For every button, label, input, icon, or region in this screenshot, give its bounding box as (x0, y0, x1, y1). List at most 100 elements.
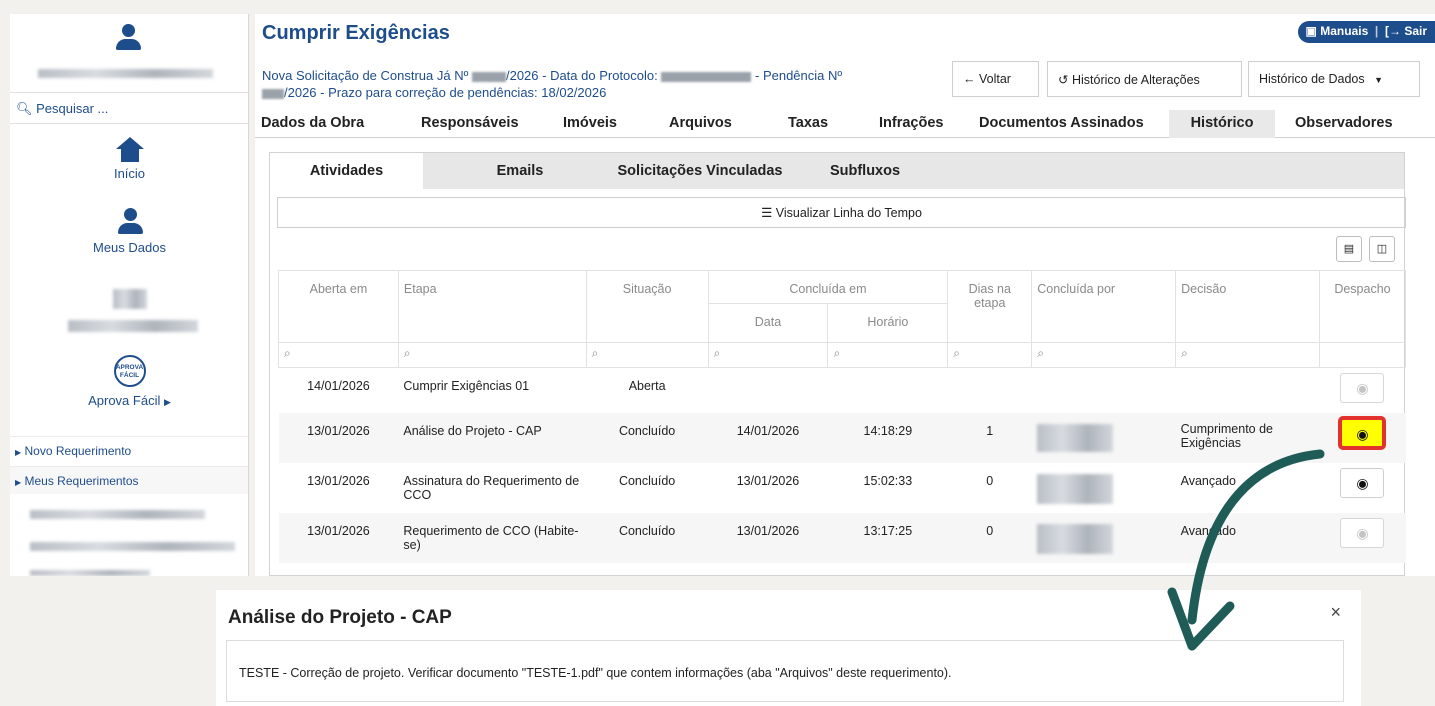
subtitle-text: - Pendência Nº (755, 68, 843, 83)
search-placeholder: Pesquisar ... (36, 101, 109, 116)
timeline-button[interactable]: ☰ Visualizar Linha do Tempo (277, 197, 1406, 228)
filter-time[interactable]: ⌕ (827, 342, 949, 368)
user-icon (117, 208, 143, 234)
table-row: 14/01/2026 Cumprir Exigências 01 Aberta … (279, 368, 1406, 413)
filter-dispatch (1318, 342, 1407, 368)
button-label: Histórico de Dados (1259, 72, 1365, 86)
redacted-link (30, 510, 205, 519)
sidebar-item-my-data[interactable]: Meus Dados (10, 208, 248, 255)
col-header-time: Horário (827, 303, 949, 343)
filter-decision[interactable]: ⌕ (1175, 342, 1320, 368)
copy-icon[interactable]: ◫ (1369, 236, 1395, 262)
cell-days: 0 (986, 473, 994, 488)
redacted-link (30, 542, 235, 551)
sidebar-item-home[interactable]: Início (10, 137, 248, 181)
user-avatar-icon (116, 24, 141, 50)
filter-opened[interactable]: ⌕ (278, 342, 399, 368)
cell-date: 13/01/2026 (736, 473, 800, 488)
cell-stage: Assinatura do Requerimento de CCO (403, 473, 580, 502)
redacted-icon (113, 289, 147, 309)
sidebar-item-aprova-facil[interactable]: APROVA FÁCIL Aprova Fácil ▶ (10, 355, 248, 408)
history-icon: ↺ (1058, 73, 1069, 87)
filter-stage[interactable]: ⌕ (397, 342, 587, 368)
cell-stage: Análise do Projeto - CAP (398, 412, 587, 463)
col-header-date: Data (707, 303, 829, 343)
change-history-button[interactable]: ↺ Histórico de Alterações (1047, 61, 1242, 97)
modal-title: Análise do Projeto - CAP (228, 607, 452, 628)
book-icon: ▣ (1305, 24, 1317, 38)
cell-stage: Cumprir Exigências 01 (403, 379, 530, 393)
col-header-status: Situação (585, 270, 709, 343)
tab-atividades[interactable]: Atividades (270, 153, 423, 189)
view-dispatch-button[interactable]: ◉ (1340, 373, 1385, 403)
col-header-concluded-by: Concluída por (1031, 270, 1177, 343)
button-label: Histórico de Alterações (1071, 73, 1200, 87)
subtitle-text: Nova Solicitação de Construa Já Nº (262, 68, 469, 83)
cell-time: 14:18:29 (827, 412, 948, 463)
sidebar: 🔍︎ Pesquisar ... Início Meus Dados APROV… (10, 14, 249, 576)
filter-concluded-by[interactable]: ⌕ (1031, 342, 1177, 368)
sidebar-link-label: Novo Requerimento (24, 444, 132, 458)
tab-arquivos[interactable]: Arquivos (669, 110, 732, 138)
tab-solicitacoes-vinculadas[interactable]: Solicitações Vinculadas (600, 153, 800, 189)
cell-date (708, 368, 828, 413)
cell-date: 14/01/2026 (708, 412, 828, 463)
sidebar-link-new-request[interactable]: ▶ Novo Requerimento (10, 436, 248, 464)
tab-infracoes[interactable]: Infrações (879, 110, 943, 138)
tab-documentos-assinados[interactable]: Documentos Assinados (979, 110, 1144, 138)
manuais-link[interactable]: Manuais (1320, 24, 1368, 38)
cell-time (828, 368, 948, 413)
search-icon: ⌕ (591, 346, 599, 360)
annotation-arrow-icon (1167, 449, 1325, 651)
eye-icon: ◉ (1356, 380, 1369, 396)
list-icon: ☰ (761, 206, 773, 220)
cell-dispatch: ◉ (1319, 368, 1405, 413)
tab-responsaveis[interactable]: Responsáveis (421, 110, 519, 138)
search-icon: ⌕ (713, 346, 721, 360)
col-header-concluded: Concluída em (707, 270, 949, 304)
redacted-number (262, 88, 284, 99)
table-header-row: Aberta em Etapa Situação Concluída em Di… (278, 270, 1407, 343)
tab-subfluxos[interactable]: Subfluxos (815, 153, 915, 189)
data-history-dropdown[interactable]: Histórico de Dados ▼ (1248, 61, 1420, 97)
filter-row: ⌕ ⌕ ⌕ ⌕ ⌕ ⌕ ⌕ ⌕ (278, 342, 1407, 368)
tab-observadores[interactable]: Observadores (1295, 110, 1393, 138)
filter-days[interactable]: ⌕ (947, 342, 1033, 368)
tab-taxas[interactable]: Taxas (788, 110, 828, 138)
button-label: Voltar (978, 72, 1011, 86)
tab-dados-da-obra[interactable]: Dados da Obra (261, 110, 364, 138)
cell-status: Concluído (618, 473, 676, 488)
search-icon: ⌕ (1037, 346, 1044, 360)
print-icon[interactable]: ▤ (1336, 236, 1362, 262)
subtitle-text: /2026 - Prazo para correção de pendência… (284, 85, 607, 100)
eye-icon: ◉ (1356, 524, 1369, 541)
back-button[interactable]: ← Voltar (952, 61, 1039, 97)
inner-tabs: Atividades Emails Solicitações Vinculada… (270, 153, 1404, 189)
sidebar-item-label: Início (113, 166, 146, 181)
tab-historico[interactable]: Histórico (1169, 110, 1275, 138)
search-icon: ⌕ (833, 346, 841, 360)
filter-date[interactable]: ⌕ (707, 342, 829, 368)
sair-link[interactable]: Sair (1404, 24, 1427, 38)
filter-status[interactable]: ⌕ (585, 342, 709, 368)
redacted-date (661, 71, 752, 82)
sidebar-search[interactable]: 🔍︎ Pesquisar ... (10, 92, 248, 124)
tab-imoveis[interactable]: Imóveis (563, 110, 617, 138)
aprova-facil-logo: APROVA FÁCIL (113, 355, 146, 387)
request-subtitle: Nova Solicitação de Construa Já Nº /2026… (262, 67, 942, 101)
cell-opened: 13/01/2026 (307, 473, 370, 488)
col-header-days: Dias na etapa (947, 270, 1033, 343)
tab-emails[interactable]: Emails (460, 153, 580, 189)
search-icon: ⌕ (284, 346, 291, 360)
col-header-dispatch: Despacho (1318, 270, 1407, 343)
redacted-link (30, 570, 150, 576)
cell-date: 13/01/2026 (708, 512, 828, 563)
redacted-user (1036, 423, 1113, 452)
subtitle-text: /2026 - Data do Protocolo: (505, 68, 658, 83)
arrow-left-icon: ← (963, 72, 976, 86)
cell-status: Concluído (586, 412, 709, 463)
button-label: Visualizar Linha do Tempo (775, 206, 922, 220)
cell-status: Aberta (628, 379, 666, 393)
eye-icon: ◉ (1356, 425, 1369, 442)
sidebar-link-my-requests[interactable]: ▶ Meus Requerimentos (10, 466, 248, 494)
